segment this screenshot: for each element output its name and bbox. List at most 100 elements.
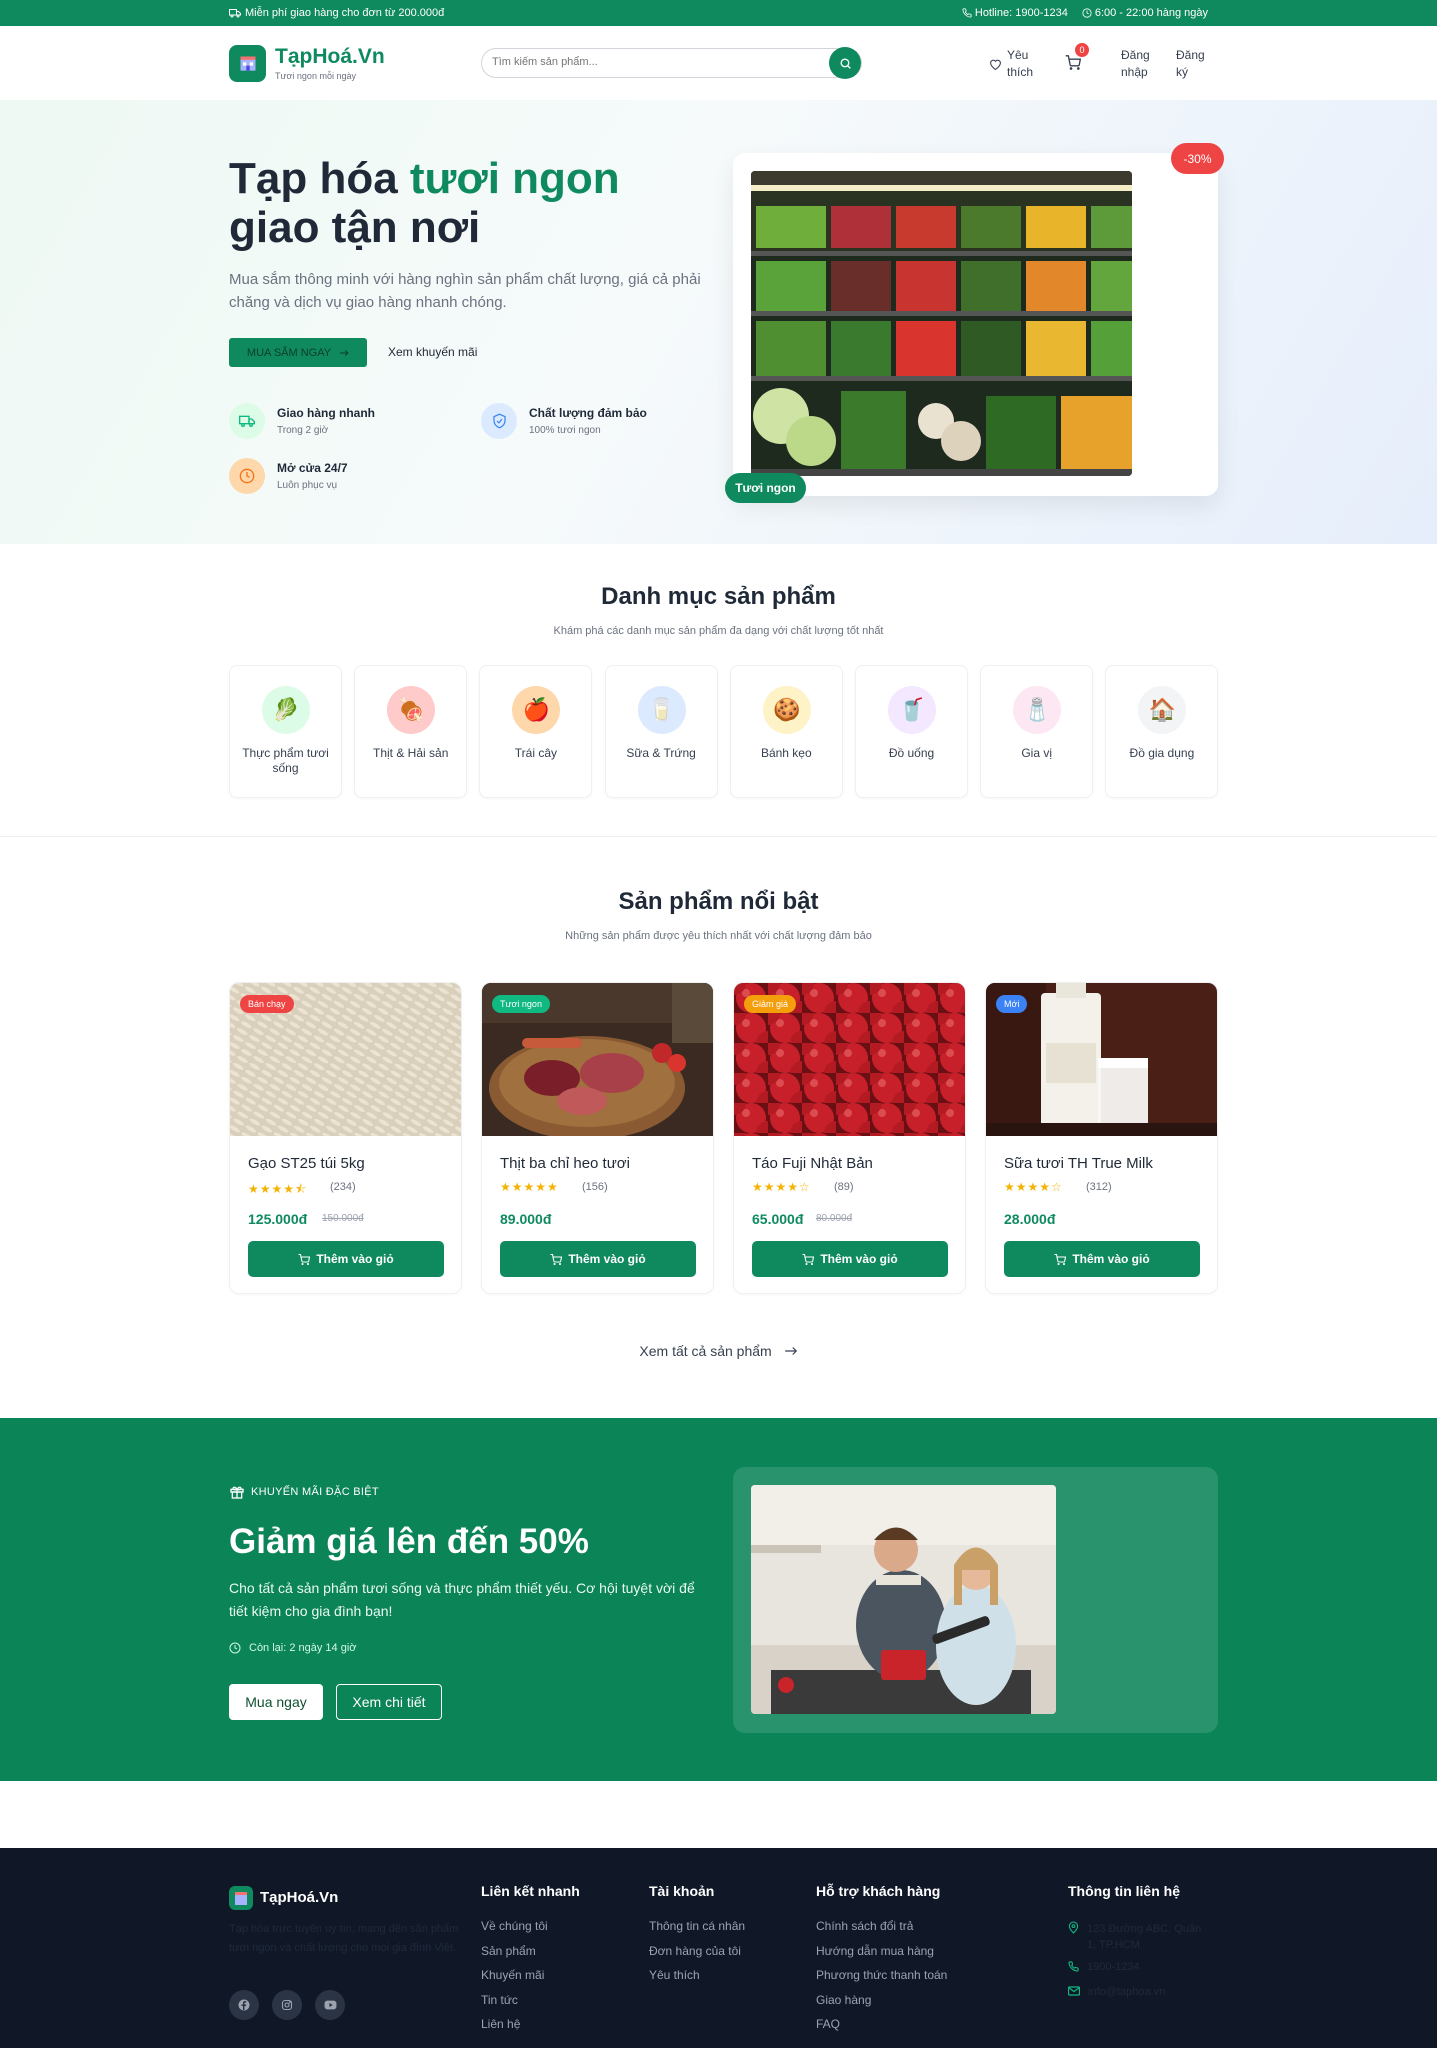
facebook-icon[interactable] — [229, 1990, 259, 2020]
promo-description: Cho tất cả sản phẩm tươi sống và thực ph… — [229, 1580, 695, 1619]
footer-link[interactable]: Liên hệ — [481, 2017, 548, 2042]
footer-link[interactable]: FAQ — [816, 2017, 947, 2042]
category-icon: 🧂 — [1013, 686, 1062, 734]
hero-title-highlight: tươi ngon — [409, 154, 620, 203]
see-all-label: Xem tất cả sản phẩm — [639, 1343, 772, 1359]
free-shipping-notice: Miễn phí giao hàng cho đơn từ 200.000đ — [229, 7, 444, 19]
cart-count-badge: 0 — [1075, 43, 1089, 57]
add-to-cart-button[interactable]: Thêm vào giỏ — [1004, 1241, 1200, 1277]
logo-icon[interactable] — [229, 45, 266, 82]
footer-link[interactable]: Chính sách đổi trả — [816, 1919, 947, 1944]
register-link[interactable]: Đăng ký — [1176, 47, 1210, 81]
wishlist-link[interactable]: Yêu thích — [989, 47, 1037, 81]
see-all-products-link[interactable]: Xem tất cả sản phẩm — [0, 1343, 1437, 1359]
category-card[interactable]: 🥤 Đồ uống — [855, 665, 968, 798]
product-name[interactable]: Gạo ST25 túi 5kg — [248, 1155, 365, 1172]
category-card[interactable]: 🥬 Thực phẩm tươi sống — [229, 665, 342, 798]
cart-icon — [550, 1253, 563, 1265]
footer-link[interactable]: Phương thức thanh toán — [816, 1968, 947, 1993]
gift-icon — [230, 1486, 244, 1499]
rating-stars: ★★★★⯪ — [248, 1182, 308, 1196]
product-card[interactable]: Tươi ngon Thịt ba chỉ heo tươi ★★★★★ (15… — [481, 982, 714, 1294]
footer-link[interactable]: Đơn hàng của tôi — [649, 1944, 745, 1969]
hotline[interactable]: Hotline: 1900-1234 — [962, 7, 1068, 19]
category-icon: 🍖 — [387, 686, 436, 734]
add-to-cart-button[interactable]: Thêm vào giỏ — [500, 1241, 696, 1277]
support-links-list: Chính sách đổi trả Hướng dẫn mua hàng Ph… — [816, 1919, 947, 2042]
category-icon: 🥤 — [888, 686, 936, 734]
cart-icon — [298, 1253, 311, 1265]
add-to-cart-label: Thêm vào giỏ — [820, 1252, 898, 1266]
promo-countdown: Còn lại: 2 ngày 14 giờ — [229, 1642, 357, 1654]
category-label: Thực phẩm tươi sống — [242, 746, 329, 775]
promo-tag-text: KHUYẾN MÃI ĐẶC BIỆT — [251, 1486, 379, 1498]
category-card[interactable]: 🍖 Thịt & Hải sản — [354, 665, 468, 798]
product-name[interactable]: Táo Fuji Nhật Bản — [752, 1155, 873, 1172]
fresh-badge: Tươi ngon — [725, 473, 806, 503]
feature-title: Mở cửa 24/7 — [277, 461, 348, 475]
add-to-cart-button[interactable]: Thêm vào giỏ — [248, 1241, 444, 1277]
promo-title: Giảm giá lên đến 50% — [229, 1522, 589, 1561]
product-card[interactable]: Bán chạy Gạo ST25 túi 5kg ★★★★⯪ (234) 12… — [229, 982, 462, 1294]
add-to-cart-label: Thêm vào giỏ — [316, 1252, 394, 1266]
hero-title: Tạp hóa tươi ngon giao tận nơi — [229, 154, 749, 252]
cart-icon — [1054, 1253, 1067, 1265]
feature-fast-delivery: Giao hàng nhanh Trong 2 giờ — [229, 403, 375, 439]
footer-logo-text[interactable]: TạpHoá.Vn — [260, 1889, 338, 1906]
product-name[interactable]: Thịt ba chỉ heo tươi — [500, 1155, 630, 1172]
footer-link[interactable]: Sản phẩm — [481, 1944, 548, 1969]
quick-links-title: Liên kết nhanh — [481, 1883, 580, 1899]
footer-link[interactable]: Giao hàng — [816, 1993, 947, 2018]
view-details-button[interactable]: Xem chi tiết — [336, 1684, 442, 1720]
category-icon: 🥬 — [262, 686, 310, 734]
feature-subtitle: 100% tươi ngon — [529, 425, 601, 436]
search-icon — [839, 57, 851, 69]
footer-link[interactable]: Về chúng tôi — [481, 1919, 548, 1944]
footer-link[interactable]: Thông tin cá nhân — [649, 1919, 745, 1944]
search-input[interactable] — [492, 56, 792, 68]
category-label: Bánh kẹo — [760, 746, 812, 760]
support-title: Hỗ trợ khách hàng — [816, 1883, 941, 1899]
product-price: 125.000đ — [248, 1211, 308, 1227]
category-label: Sữa & Trứng — [626, 746, 696, 760]
youtube-icon[interactable] — [315, 1990, 345, 2020]
logo-title[interactable]: TạpHoá.Vn — [275, 45, 385, 69]
category-card[interactable]: 🧂 Gia vị — [980, 665, 1094, 798]
wishlist-label: Yêu thích — [1007, 48, 1034, 79]
category-icon: 🥛 — [637, 686, 686, 734]
category-label: Trái cây — [514, 746, 557, 760]
instagram-icon[interactable] — [272, 1990, 302, 2020]
add-to-cart-button[interactable]: Thêm vào giỏ — [752, 1241, 948, 1277]
footer-link[interactable]: Tin tức — [481, 1993, 548, 2018]
search-button[interactable] — [829, 47, 861, 79]
footer-link[interactable]: Khuyến mãi — [481, 1968, 548, 1993]
product-name[interactable]: Sữa tươi TH True Milk — [1004, 1155, 1153, 1172]
user-icon — [1105, 48, 1115, 59]
product-price: 28.000đ — [1004, 1211, 1056, 1227]
login-link[interactable]: Đăng nhập — [1104, 47, 1155, 81]
category-label: Thịt & Hải sản — [373, 746, 449, 760]
map-pin-icon — [1068, 1921, 1079, 1934]
cart-button[interactable]: 0 — [1065, 43, 1089, 75]
countdown-text: Còn lại: 2 ngày 14 giờ — [249, 1642, 357, 1654]
add-to-cart-label: Thêm vào giỏ — [1072, 1252, 1150, 1266]
footer-link[interactable]: Yêu thích — [649, 1968, 745, 1993]
product-card[interactable]: Giảm giá Táo Fuji Nhật Bản ★★★★☆ (89) 65… — [733, 982, 966, 1294]
arrow-right-icon — [784, 1347, 797, 1355]
category-card[interactable]: 🍪 Bánh kẹo — [729, 665, 843, 798]
product-tag: Giảm giá — [744, 995, 797, 1013]
cart-icon — [802, 1253, 815, 1265]
buy-now-button[interactable]: Mua ngay — [229, 1684, 323, 1720]
category-icon: 🏠 — [1138, 686, 1187, 734]
category-card[interactable]: 🍎 Trái cây — [479, 665, 593, 798]
category-card[interactable]: 🏠 Đồ gia dụng — [1105, 665, 1219, 798]
view-promotions-link[interactable]: Xem khuyến mãi — [388, 345, 477, 359]
shop-now-button[interactable]: MUA SẮM NGAY — [229, 338, 367, 367]
product-card[interactable]: Mới Sữa tươi TH True Milk ★★★★☆ (312) 28… — [985, 982, 1218, 1294]
contact-phone-text: 1900-1234 — [1087, 1961, 1140, 1973]
contact-address: 123 Đường ABC, Quận 1, TP.HCM — [1068, 1921, 1207, 1953]
category-card[interactable]: 🥛 Sữa & Trứng — [604, 665, 718, 798]
footer-link[interactable]: Hướng dẫn mua hàng — [816, 1944, 947, 1969]
featured-title: Sản phẩm nổi bật — [618, 888, 819, 915]
shop-now-label: MUA SẮM NGAY — [246, 346, 332, 359]
